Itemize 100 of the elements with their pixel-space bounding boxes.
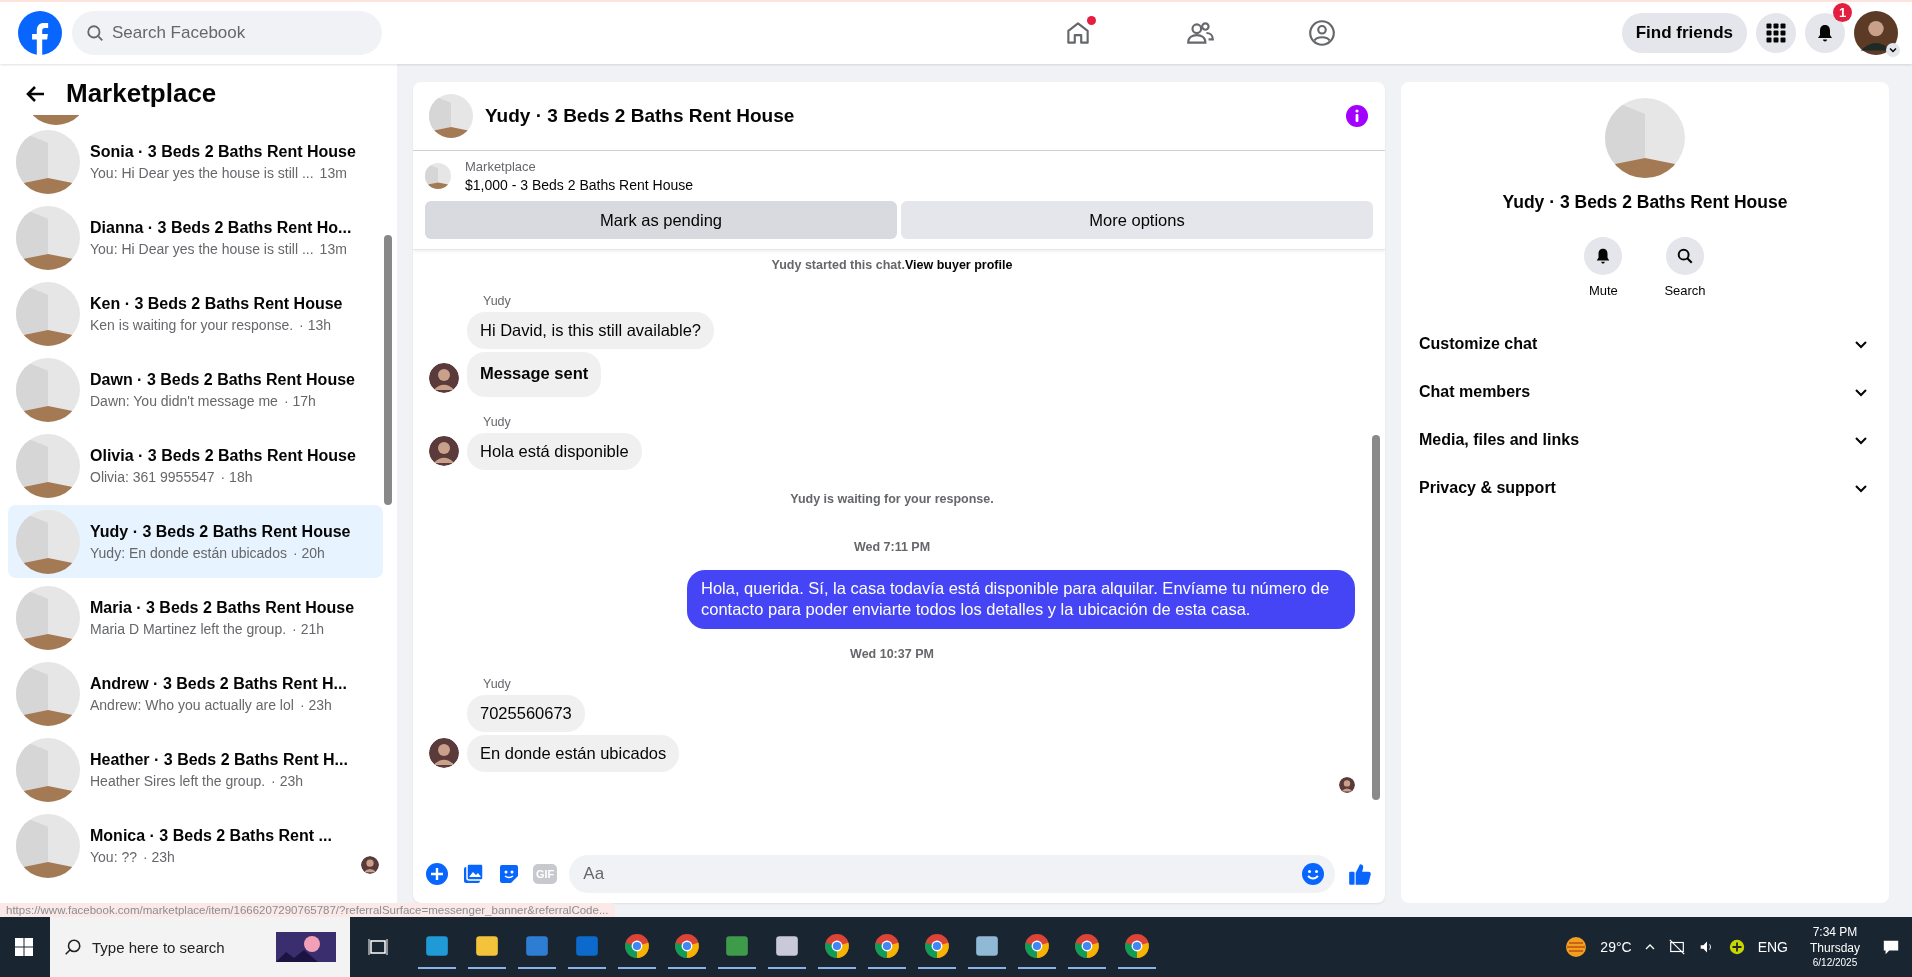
message-bubble: En donde están ubicados xyxy=(467,734,680,772)
details-title: Yudy · 3 Beds 2 Baths Rent House xyxy=(1502,192,1788,213)
bell-icon xyxy=(1815,23,1835,43)
conversation-time: · 13h xyxy=(299,316,332,333)
taskbar-search-field[interactable]: Type here to search xyxy=(50,917,350,977)
notification-center-icon[interactable] xyxy=(1882,938,1900,956)
conversation-item[interactable]: Dianna · 3 Beds 2 Baths Rent Ho... You: Hi Dear yes the house is still ... 13m xyxy=(8,201,383,274)
windows-start-icon[interactable] xyxy=(14,937,34,957)
message-bubble: 7025560673 xyxy=(467,694,585,732)
grid-icon xyxy=(1766,23,1786,43)
message-bubble: Hi David, is this still available? xyxy=(467,312,714,349)
conversation-time: · 21h xyxy=(292,620,324,637)
action-label: Search xyxy=(1664,283,1706,298)
details-section[interactable]: Customize chat xyxy=(1401,320,1889,368)
conversation-preview: You: ?? xyxy=(90,848,137,865)
conversation-time: 13m xyxy=(319,240,347,257)
sender-name: Yudy xyxy=(483,415,512,429)
conversation-name: Dianna · 3 Beds 2 Baths Rent Ho... xyxy=(90,218,353,237)
sender-name: Yudy xyxy=(483,676,512,691)
read-receipt-avatar xyxy=(1339,776,1355,793)
message-bubble: Hola, querida. Sí, la casa todavía está disponible para alquilar. Envíame tu número de contacto para poder enviarte todos los detalles y la ubicación de esta casa. xyxy=(687,570,1355,629)
conversation-time: · 18h xyxy=(220,468,253,485)
sidebar-title: Marketplace xyxy=(66,78,217,109)
section-label: Chat members xyxy=(1419,383,1531,401)
listing-source: Marketplace xyxy=(465,159,537,174)
chat-notice: Yudy started this chat.View buyer profile xyxy=(770,258,1014,272)
conversation-time: · 23h xyxy=(299,696,332,713)
conversation-preview: Andrew: Who you actually are lol xyxy=(90,696,294,713)
message-timestamp: Wed 10:37 PM xyxy=(849,646,935,661)
profile-avatar[interactable] xyxy=(1854,11,1898,55)
chat-title: Yudy · 3 Beds 2 Baths Rent House xyxy=(485,105,796,127)
conversation-item[interactable]: Andrew · 3 Beds 2 Baths Rent H... Andrew: Who you actually are lol · 23h xyxy=(8,657,383,730)
conversation-item[interactable]: Ken · 3 Beds 2 Baths Rent House Ken is waiting for your response. · 13h xyxy=(8,277,383,350)
chat-notice: Yudy is waiting for your response. xyxy=(789,492,995,506)
conversation-time: · 23h xyxy=(271,772,304,789)
find-friends-button[interactable]: Find friends xyxy=(1621,13,1747,53)
conversation-item[interactable]: Olivia · 3 Beds 2 Baths Rent House Olivia: 361 9955547 · 18h xyxy=(8,429,383,502)
conversation-item[interactable]: Sonia · 3 Beds 2 Baths Rent House You: Hi Dear yes the house is still ... 13m xyxy=(8,125,383,198)
action-label: Mute xyxy=(1588,283,1618,298)
listing-button[interactable]: Mark as pending xyxy=(425,201,897,239)
details-section[interactable]: Media, files and links xyxy=(1401,416,1889,464)
listing-button[interactable]: More options xyxy=(901,201,1373,239)
sticker-icon[interactable] xyxy=(497,862,521,886)
conversation-name: Heather · 3 Beds 2 Baths Rent H... xyxy=(90,750,349,769)
search-field[interactable]: Search Facebook xyxy=(72,11,382,55)
conversation-name: Olivia · 3 Beds 2 Baths Rent House xyxy=(90,446,357,465)
listing-title[interactable]: $1,000 - 3 Beds 2 Baths Rent House xyxy=(465,177,694,193)
logo-icon[interactable] xyxy=(18,11,62,55)
search-icon xyxy=(64,938,82,956)
emoji-icon[interactable] xyxy=(1301,862,1325,886)
landscape-icon xyxy=(276,932,336,962)
clock-date[interactable]: 6/12/2025 xyxy=(1812,956,1858,970)
search-icon xyxy=(1676,247,1694,265)
task-view-icon[interactable] xyxy=(368,937,388,957)
conversation-item[interactable]: Yudy · 3 Beds 2 Baths Rent House Yudy: En donde están ubicados · 20h xyxy=(8,505,383,578)
section-label: Privacy & support xyxy=(1419,479,1556,497)
buyer-profile-link[interactable]: View buyer profile xyxy=(904,258,1013,272)
search-button[interactable] xyxy=(1666,237,1704,275)
message-bubble: Hola está disponible xyxy=(467,433,642,470)
thumbs-up-icon[interactable] xyxy=(1347,861,1373,887)
clock-day[interactable]: Thursday xyxy=(1809,940,1860,957)
info-icon[interactable] xyxy=(1345,104,1369,128)
conversation-name: Monica · 3 Beds 2 Baths Rent ... xyxy=(90,826,333,845)
message-input[interactable]: Aa xyxy=(569,855,1335,893)
section-label: Media, files and links xyxy=(1419,431,1580,449)
photo-icon[interactable] xyxy=(461,862,485,886)
listing-thumbnail xyxy=(425,163,451,189)
caret-icon xyxy=(1886,43,1900,57)
notification-badge: 1 xyxy=(1833,3,1852,22)
conversation-time: 13m xyxy=(319,164,347,181)
conversation-name: Andrew · 3 Beds 2 Baths Rent H... xyxy=(90,674,348,693)
conversation-item[interactable]: Maria · 3 Beds 2 Baths Rent House Maria D Martinez left the group. · 21h xyxy=(8,581,383,654)
conversation-time: · 20h xyxy=(292,544,325,561)
weather-icon xyxy=(1564,935,1589,959)
sender-name: Yudy xyxy=(483,294,512,308)
conversation-name: Yudy · 3 Beds 2 Baths Rent House xyxy=(90,522,352,541)
conversation-time: · 23h xyxy=(143,848,175,865)
clock-time[interactable]: 7:34 PM xyxy=(1812,924,1858,941)
network-icon[interactable] xyxy=(1667,938,1686,956)
conversation-name: Dawn · 3 Beds 2 Baths Rent House xyxy=(90,370,356,389)
details-section[interactable]: Chat members xyxy=(1401,368,1889,416)
conversation-item[interactable]: Monica · 3 Beds 2 Baths Rent ... You: ?? · 23h xyxy=(8,809,383,882)
conversation-item[interactable]: Dawn · 3 Beds 2 Baths Rent House Dawn: You didn't message me · 17h xyxy=(8,353,383,426)
mute-button[interactable] xyxy=(1584,237,1623,275)
conversation-preview: You: Hi Dear yes the house is still ... xyxy=(90,240,314,257)
weather-temperature[interactable]: 29°C xyxy=(1600,939,1632,955)
conversation-preview: Dawn: You didn't message me xyxy=(90,392,278,409)
language-indicator[interactable]: ENG xyxy=(1757,939,1788,955)
plus-icon[interactable] xyxy=(425,862,449,886)
plus-circle-icon[interactable] xyxy=(1727,938,1746,956)
conversation-preview: Maria D Martinez left the group. xyxy=(90,620,287,637)
details-section[interactable]: Privacy & support xyxy=(1401,464,1889,512)
menu-button[interactable] xyxy=(1756,13,1796,53)
conversation-item[interactable]: Heather · 3 Beds 2 Baths Rent H... Heather Sires left the group. · 23h xyxy=(8,733,383,806)
conversation-name: Ken · 3 Beds 2 Baths Rent House xyxy=(90,294,344,313)
conversation-preview: Heather Sires left the group. xyxy=(90,772,266,789)
section-label: Customize chat xyxy=(1419,335,1538,353)
chat-avatar xyxy=(429,94,473,138)
conversation-time: · 17h xyxy=(283,392,316,409)
message-bubble: Message sent xyxy=(467,352,602,397)
